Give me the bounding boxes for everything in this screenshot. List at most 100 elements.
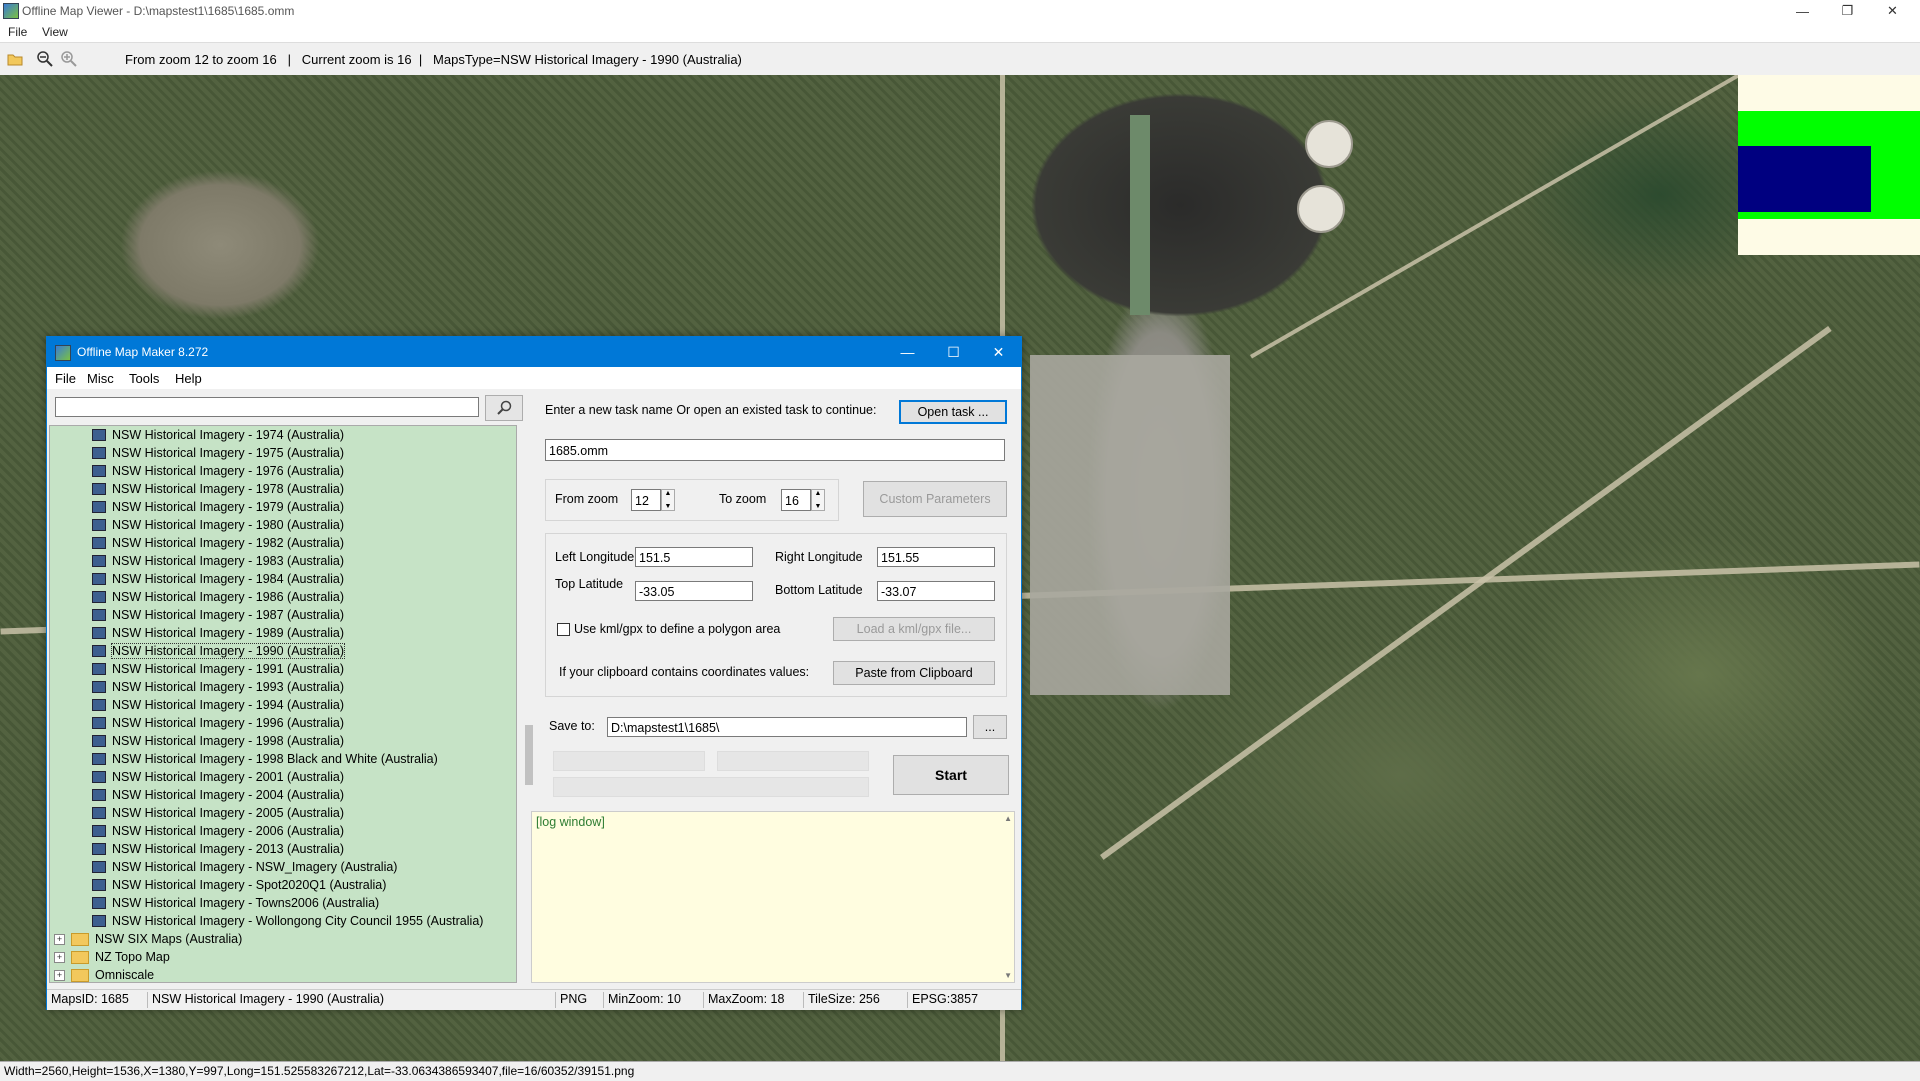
tree-item[interactable]: NSW Historical Imagery - 1974 (Australia… (92, 426, 344, 444)
tree-folder-label: Omniscale (95, 968, 155, 982)
restore-button[interactable]: ❐ (1825, 0, 1870, 22)
map-type-tree[interactable]: NSW Historical Imagery - 1974 (Australia… (49, 425, 517, 983)
tree-item[interactable]: NSW Historical Imagery - Spot2020Q1 (Aus… (92, 876, 386, 894)
tree-scroll-thumb[interactable] (525, 725, 533, 785)
tree-item[interactable]: NSW Historical Imagery - 2004 (Australia… (92, 786, 344, 804)
dialog-title-bar: Offline Map Maker 8.272 — ☐ ✕ (47, 337, 1021, 367)
map-layer-icon (92, 807, 106, 819)
map-layer-icon (92, 519, 106, 531)
expand-icon[interactable]: + (54, 951, 65, 963)
map-layer-icon (92, 753, 106, 765)
dialog-maximize-button[interactable]: ☐ (931, 337, 976, 367)
paste-from-clipboard-button[interactable]: Paste from Clipboard (833, 661, 995, 685)
dialog-menu-misc[interactable]: Misc (87, 371, 114, 386)
log-scroll-down-icon[interactable]: ▼ (1004, 971, 1012, 980)
map-layer-icon (92, 825, 106, 837)
tree-item[interactable]: NSW Historical Imagery - 1991 (Australia… (92, 660, 344, 678)
tree-item[interactable]: NSW Historical Imagery - 1990 (Australia… (92, 642, 346, 660)
tree-item[interactable]: NSW Historical Imagery - 1998 Black and … (92, 750, 438, 768)
tree-folder[interactable]: + NSW SIX Maps (Australia) (54, 930, 242, 948)
viewer-menu-bar: File View (0, 22, 1920, 42)
from-zoom-input[interactable]: 12 (631, 489, 661, 511)
zoom-in-icon[interactable] (60, 50, 78, 68)
dialog-minimize-button[interactable]: — (885, 337, 930, 367)
tree-item[interactable]: NSW Historical Imagery - 1984 (Australia… (92, 570, 344, 588)
tree-item[interactable]: NSW Historical Imagery - 1980 (Australia… (92, 516, 344, 534)
tree-item[interactable]: NSW Historical Imagery - 2006 (Australia… (92, 822, 344, 840)
tree-item[interactable]: NSW Historical Imagery - Towns2006 (Aust… (92, 894, 379, 912)
tree-item[interactable]: NSW Historical Imagery - 2001 (Australia… (92, 768, 344, 786)
kml-checkbox-label: Use kml/gpx to define a polygon area (574, 622, 781, 636)
tree-item[interactable]: NSW Historical Imagery - 1979 (Australia… (92, 498, 344, 516)
viewer-title-bar: Offline Map Viewer - D:\mapstest1\1685\1… (0, 0, 1920, 22)
close-button[interactable]: ✕ (1870, 0, 1915, 22)
tree-item[interactable]: NSW Historical Imagery - 1982 (Australia… (92, 534, 344, 552)
tree-item[interactable]: NSW Historical Imagery - 1986 (Australia… (92, 588, 344, 606)
viewer-toolbar: From zoom 12 to zoom 16 | Current zoom i… (0, 42, 1920, 76)
right-longitude-label: Right Longitude (775, 550, 863, 564)
app-icon (3, 3, 19, 19)
task-name-input[interactable]: 1685.omm (545, 439, 1005, 461)
map-layer-icon (92, 483, 106, 495)
save-to-input[interactable]: D:\mapstest1\1685\ (607, 717, 967, 737)
tree-item[interactable]: NSW Historical Imagery - 2005 (Australia… (92, 804, 344, 822)
left-longitude-input[interactable]: 151.5 (635, 547, 753, 567)
start-button[interactable]: Start (893, 755, 1009, 795)
status-tile-size: TileSize: 256 (803, 992, 880, 1008)
dialog-menu-file[interactable]: File (55, 371, 76, 386)
to-zoom-stepper[interactable]: ▲ ▼ (811, 489, 825, 511)
tree-item-label: NSW Historical Imagery - 1983 (Australia… (112, 554, 345, 568)
browse-button[interactable]: ... (973, 715, 1007, 739)
dialog-status-bar: MapsID: 1685 NSW Historical Imagery - 19… (47, 989, 1021, 1010)
tree-item[interactable]: NSW Historical Imagery - 1975 (Australia… (92, 444, 344, 462)
to-zoom-input[interactable]: 16 (781, 489, 811, 511)
tree-item[interactable]: NSW Historical Imagery - 2013 (Australia… (92, 840, 344, 858)
tree-item[interactable]: NSW Historical Imagery - 1983 (Australia… (92, 552, 344, 570)
bottom-latitude-input[interactable]: -33.07 (877, 581, 995, 601)
minimize-button[interactable]: — (1780, 0, 1825, 22)
expand-icon[interactable]: + (54, 933, 65, 945)
tree-item[interactable]: NSW Historical Imagery - NSW_Imagery (Au… (92, 858, 397, 876)
tree-item[interactable]: NSW Historical Imagery - 1996 (Australia… (92, 714, 344, 732)
save-to-label: Save to: (549, 719, 595, 733)
tree-item-label: NSW Historical Imagery - 1993 (Australia… (112, 680, 345, 694)
dialog-menu-tools[interactable]: Tools (129, 371, 159, 386)
custom-parameters-button[interactable]: Custom Parameters (863, 481, 1007, 517)
dialog-close-button[interactable]: ✕ (976, 337, 1021, 367)
log-window[interactable]: [log window] ▲ ▼ (531, 811, 1015, 983)
tree-item[interactable]: NSW Historical Imagery - 1989 (Australia… (92, 624, 344, 642)
map-storage-tank (1305, 120, 1353, 168)
tree-item[interactable]: NSW Historical Imagery - 1994 (Australia… (92, 696, 344, 714)
open-folder-icon[interactable] (6, 50, 24, 68)
log-text: [log window] (536, 815, 605, 829)
search-button[interactable] (485, 395, 523, 421)
legend-area-bottom (1738, 219, 1920, 255)
tree-item[interactable]: NSW Historical Imagery - Wollongong City… (92, 912, 483, 930)
menu-file[interactable]: File (8, 25, 27, 39)
tree-folder[interactable]: + NZ Topo Map (54, 948, 170, 966)
tree-item[interactable]: NSW Historical Imagery - 1987 (Australia… (92, 606, 344, 624)
menu-view[interactable]: View (42, 25, 68, 39)
tree-item[interactable]: NSW Historical Imagery - 1993 (Australia… (92, 678, 344, 696)
map-layer-icon (92, 501, 106, 513)
open-task-button[interactable]: Open task ... (899, 400, 1007, 424)
tree-item-label: NSW Historical Imagery - Wollongong City… (112, 914, 484, 928)
tree-item[interactable]: NSW Historical Imagery - 1976 (Australia… (92, 462, 344, 480)
from-zoom-stepper[interactable]: ▲ ▼ (661, 489, 675, 511)
dialog-menu-help[interactable]: Help (175, 371, 202, 386)
right-longitude-input[interactable]: 151.55 (877, 547, 995, 567)
tree-folder[interactable]: + Omniscale (54, 966, 155, 982)
zoom-out-icon[interactable] (36, 50, 54, 68)
tree-item[interactable]: NSW Historical Imagery - 1998 (Australia… (92, 732, 344, 750)
tree-item[interactable]: NSW Historical Imagery - 1978 (Australia… (92, 480, 344, 498)
expand-icon[interactable]: + (54, 969, 65, 981)
map-search-input[interactable] (55, 397, 479, 417)
tree-item-label: NSW Historical Imagery - Towns2006 (Aust… (112, 896, 380, 910)
tree-item-label: NSW Historical Imagery - 1991 (Australia… (112, 662, 345, 676)
log-scroll-up-icon[interactable]: ▲ (1004, 814, 1012, 823)
load-kml-button[interactable]: Load a kml/gpx file... (833, 617, 995, 641)
coverage-legend (1738, 75, 1920, 255)
kml-checkbox[interactable] (557, 623, 570, 636)
tree-item-label: NSW Historical Imagery - NSW_Imagery (Au… (112, 860, 398, 874)
top-latitude-input[interactable]: -33.05 (635, 581, 753, 601)
